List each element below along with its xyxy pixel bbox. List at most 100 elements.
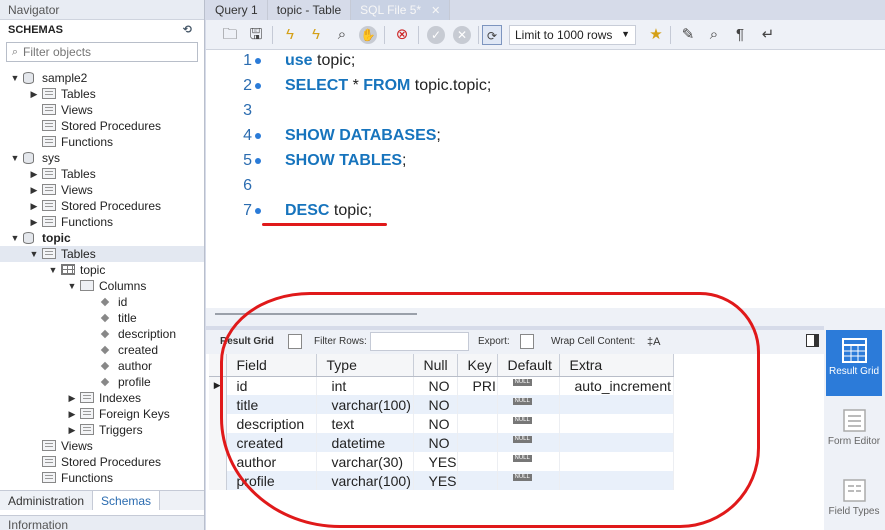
commit-icon[interactable]: ✓ bbox=[427, 26, 445, 44]
column-icon bbox=[100, 377, 110, 387]
tree-item-label: title bbox=[118, 311, 137, 325]
tree-item-label: topic bbox=[42, 231, 71, 245]
tab-administration[interactable]: Administration bbox=[0, 491, 92, 510]
execute-icon[interactable]: ϟ bbox=[280, 25, 300, 45]
tab-topic-table[interactable]: topic - Table bbox=[268, 0, 352, 20]
expanded-arrow-icon[interactable]: ▼ bbox=[10, 230, 20, 246]
close-icon[interactable]: ✕ bbox=[431, 5, 440, 17]
tree-item[interactable]: Views bbox=[0, 438, 204, 454]
find-icon[interactable]: ⌕ bbox=[704, 25, 724, 45]
tree-item[interactable]: description bbox=[0, 326, 204, 342]
sql-editor[interactable]: 1 use topic; 2 SELECT * FROM topic.topic; 3 4… bbox=[206, 50, 885, 308]
collapsed-arrow-icon[interactable]: ▶ bbox=[67, 422, 77, 438]
tree-item[interactable]: Functions bbox=[0, 134, 204, 150]
wrap-lines-icon[interactable]: ↵ bbox=[758, 25, 778, 45]
columns-icon bbox=[80, 280, 94, 291]
column-icon bbox=[100, 329, 110, 339]
collapsed-arrow-icon[interactable]: ▶ bbox=[29, 198, 39, 214]
code-line[interactable]: 2 SELECT * FROM topic.topic; bbox=[206, 76, 885, 101]
sql-text: ; bbox=[436, 127, 441, 144]
collapsed-arrow-icon[interactable]: ▶ bbox=[29, 166, 39, 182]
database-icon bbox=[23, 232, 34, 244]
tree-item[interactable]: created bbox=[0, 342, 204, 358]
tree-item[interactable]: ▶ Stored Procedures bbox=[0, 198, 204, 214]
open-folder-icon[interactable]: 🗀 bbox=[220, 25, 240, 45]
tree-item[interactable]: Stored Procedures bbox=[0, 118, 204, 134]
refresh-icon[interactable]: ⟲ bbox=[183, 23, 192, 36]
folder-icon bbox=[80, 408, 94, 419]
bookmark-star-icon[interactable]: ★ bbox=[646, 25, 666, 45]
tree-item[interactable]: ▶ Foreign Keys bbox=[0, 406, 204, 422]
expanded-arrow-icon[interactable]: ▼ bbox=[48, 262, 58, 278]
tree-item[interactable]: Stored Procedures bbox=[0, 454, 204, 470]
form-editor-button-label: Form Editor bbox=[827, 436, 881, 447]
execute-current-icon[interactable]: ϟ bbox=[306, 25, 326, 45]
collapsed-arrow-icon[interactable]: ▶ bbox=[29, 86, 39, 102]
tree-item-label: author bbox=[118, 359, 153, 373]
filter-objects-input[interactable] bbox=[23, 45, 193, 59]
tab-query-1[interactable]: Query 1 bbox=[206, 0, 268, 20]
tree-item[interactable]: profile bbox=[0, 374, 204, 390]
field-types-button[interactable]: Field Types bbox=[826, 470, 882, 530]
expanded-arrow-icon[interactable]: ▼ bbox=[67, 278, 77, 294]
toggle-error-icon[interactable]: ⊗ bbox=[392, 25, 412, 45]
code-line[interactable]: 3 bbox=[206, 101, 885, 126]
autocommit-icon[interactable]: ⟳ bbox=[482, 25, 502, 45]
sql-keyword: DESC bbox=[285, 202, 330, 219]
expanded-arrow-icon[interactable]: ▼ bbox=[10, 150, 20, 166]
explain-icon[interactable]: ⌕ bbox=[332, 25, 352, 45]
filter-objects-field[interactable]: ⌕ bbox=[6, 42, 198, 62]
code-line[interactable]: 1 use topic; bbox=[206, 51, 885, 76]
row-gutter[interactable] bbox=[209, 471, 227, 490]
result-side-panel: Result Grid Form Editor Field Types bbox=[824, 326, 885, 530]
beautify-icon[interactable]: ✎ bbox=[678, 25, 698, 45]
table-icon bbox=[61, 264, 75, 275]
collapsed-arrow-icon[interactable]: ▶ bbox=[29, 182, 39, 198]
tree-item-label: Triggers bbox=[99, 423, 143, 437]
tree-item[interactable]: ▼ topic bbox=[0, 262, 204, 278]
tree-item[interactable]: ▶ Triggers bbox=[0, 422, 204, 438]
form-editor-button[interactable]: Form Editor bbox=[826, 400, 882, 466]
line-number: 6 bbox=[243, 177, 252, 194]
expanded-arrow-icon[interactable]: ▼ bbox=[29, 246, 39, 262]
code-line[interactable]: 6 bbox=[206, 176, 885, 201]
tree-item[interactable]: author bbox=[0, 358, 204, 374]
tree-item[interactable]: Functions bbox=[0, 470, 204, 486]
code-line[interactable]: 4 SHOW DATABASES; bbox=[206, 126, 885, 151]
sql-keyword: SHOW TABLES bbox=[285, 152, 403, 169]
tree-item[interactable]: id bbox=[0, 294, 204, 310]
result-grid-button[interactable]: Result Grid bbox=[826, 330, 882, 396]
tree-item[interactable]: ▼ Columns bbox=[0, 278, 204, 294]
tree-item[interactable]: ▶ Tables bbox=[0, 86, 204, 102]
tree-item[interactable]: ▶ Functions bbox=[0, 214, 204, 230]
collapsed-arrow-icon[interactable]: ▶ bbox=[29, 214, 39, 230]
row-gutter[interactable] bbox=[209, 452, 227, 471]
tree-item[interactable]: ▼ topic bbox=[0, 230, 204, 246]
collapsed-arrow-icon[interactable]: ▶ bbox=[67, 406, 77, 422]
tree-item[interactable]: ▶ Indexes bbox=[0, 390, 204, 406]
expanded-arrow-icon[interactable]: ▼ bbox=[10, 70, 20, 86]
invisible-chars-icon[interactable]: ¶ bbox=[730, 25, 750, 45]
tree-item[interactable]: Views bbox=[0, 102, 204, 118]
tree-item[interactable]: title bbox=[0, 310, 204, 326]
tab-sql-file-5[interactable]: SQL File 5* ✕ bbox=[351, 0, 451, 20]
collapsed-arrow-icon[interactable]: ▶ bbox=[67, 390, 77, 406]
limit-rows-select[interactable]: Limit to 1000 rows ▼ bbox=[509, 25, 636, 45]
folder-icon bbox=[42, 168, 56, 179]
code-line[interactable]: 5 SHOW TABLES; bbox=[206, 151, 885, 176]
tree-item[interactable]: ▼ sample2 bbox=[0, 70, 204, 86]
tree-item[interactable]: ▼ sys bbox=[0, 150, 204, 166]
tree-item-label: created bbox=[118, 343, 159, 357]
stop-icon[interactable]: ✋ bbox=[359, 26, 377, 44]
save-icon[interactable]: 🖫 bbox=[246, 25, 266, 45]
toggle-side-panel-icon[interactable] bbox=[806, 334, 819, 347]
tree-item[interactable]: ▼ Tables bbox=[0, 246, 204, 262]
rollback-icon[interactable]: ✕ bbox=[453, 26, 471, 44]
sql-text: topic; bbox=[329, 202, 373, 219]
tree-item[interactable]: ▶ Views bbox=[0, 182, 204, 198]
tab-schemas[interactable]: Schemas bbox=[92, 491, 161, 510]
folder-icon bbox=[80, 392, 94, 403]
tree-item-label: Views bbox=[61, 183, 93, 197]
tree-item[interactable]: ▶ Tables bbox=[0, 166, 204, 182]
tab-label: topic - Table bbox=[276, 3, 342, 17]
